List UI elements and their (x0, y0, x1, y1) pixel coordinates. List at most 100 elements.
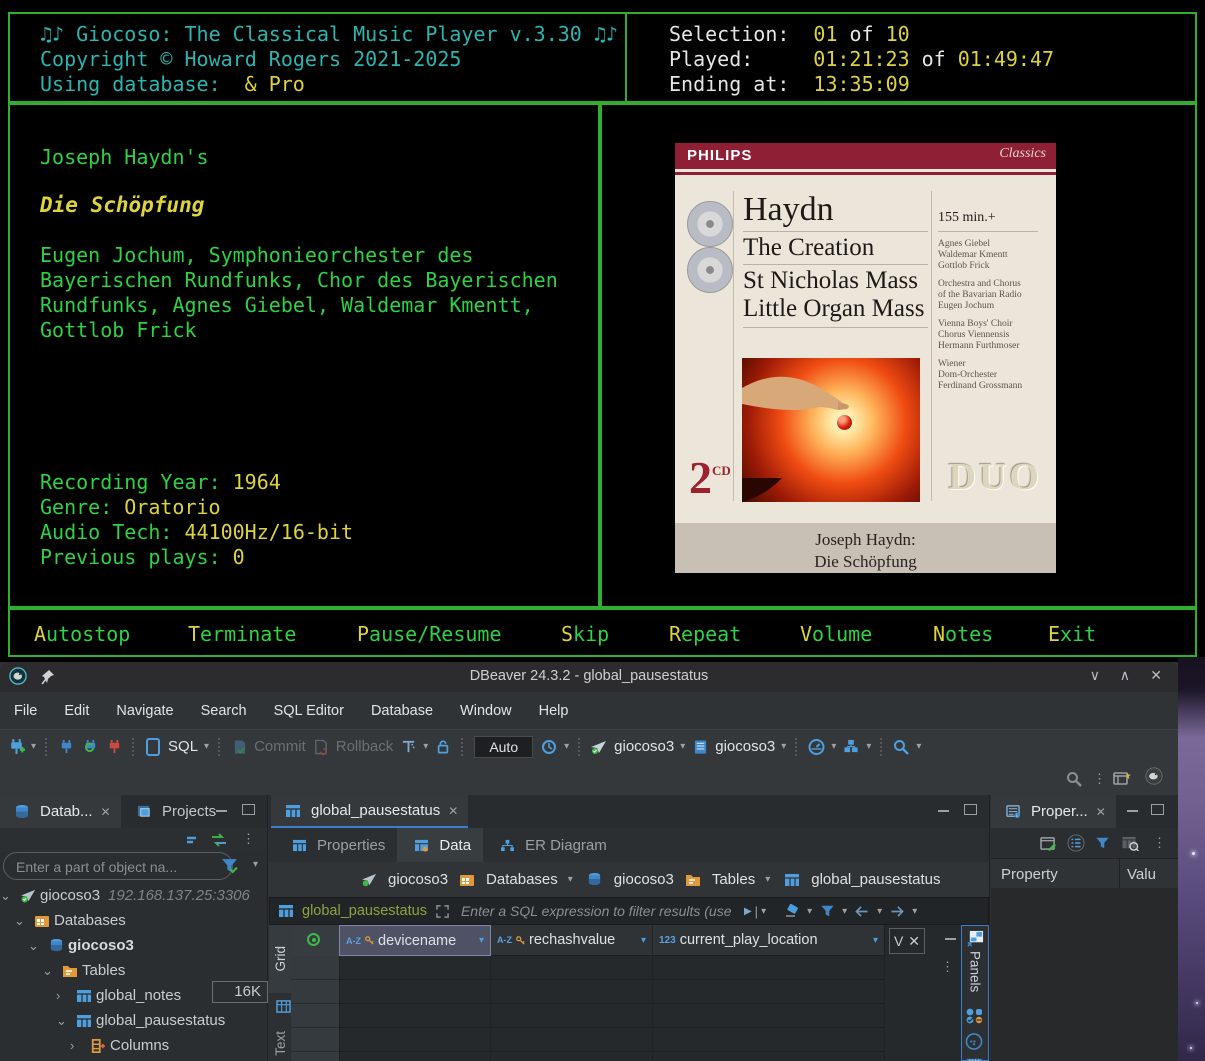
history-forward-icon[interactable] (888, 902, 906, 920)
maximize-editor-icon[interactable] (964, 804, 977, 815)
filter-properties-icon[interactable] (1093, 834, 1111, 852)
tab-database-navigator[interactable]: Datab... ✕ (0, 795, 121, 828)
menu-sql-editor[interactable]: SQL Editor (274, 703, 344, 719)
column-dropdown-icon[interactable]: ▾ (479, 935, 484, 946)
search-icon[interactable] (1065, 770, 1083, 788)
cell[interactable] (339, 1052, 491, 1061)
grid-view-icon[interactable] (274, 997, 292, 1015)
lock-icon[interactable] (434, 738, 452, 756)
column-dropdown-icon[interactable]: ▾ (641, 935, 646, 946)
tree-table-global-pausestatus[interactable]: ⌄ global_pausestatus (56, 1008, 225, 1033)
breadcrumb-connection[interactable]: giocoso3 (388, 871, 448, 888)
chevron-down-icon[interactable]: ▾ (564, 741, 569, 752)
view-menu-icon[interactable]: ⋮ (242, 831, 255, 847)
open-perspective-icon[interactable] (1113, 769, 1131, 787)
commit-button[interactable]: Commit (254, 738, 306, 755)
expander-icon[interactable]: ⌄ (56, 1013, 72, 1029)
column-dropdown-icon[interactable]: ▾ (873, 935, 878, 946)
menu-terminate[interactable]: Terminate (188, 622, 296, 646)
apply-filter-icon[interactable]: ▶ (744, 906, 752, 917)
chevron-down-icon[interactable]: ▾ (807, 906, 812, 917)
close-button[interactable]: ✕ (1150, 667, 1162, 684)
schema-compare-icon[interactable] (842, 738, 860, 756)
breadcrumb-table[interactable]: global_pausestatus (811, 871, 940, 888)
cell[interactable] (339, 1028, 491, 1052)
menu-window[interactable]: Window (460, 703, 512, 719)
chevron-down-icon[interactable]: ▾ (204, 741, 209, 752)
tree-tables[interactable]: ⌄ Tables (42, 958, 125, 983)
cell[interactable] (653, 1052, 885, 1061)
minimize-panel-icon[interactable] (216, 807, 227, 812)
new-connection-icon[interactable] (7, 738, 25, 756)
chevron-down-icon[interactable]: ▾ (831, 741, 836, 752)
tab-text-view[interactable]: Text (269, 1017, 291, 1061)
minimize-panel-icon[interactable] (1127, 807, 1138, 812)
dbeaver-titlebar[interactable]: DBeaver 24.3.2 - global_pausestatus ∨ ∧ … (0, 662, 1178, 692)
chevron-down-icon[interactable]: ▾ (568, 874, 573, 885)
row-header[interactable] (291, 956, 339, 980)
menu-pause-resume[interactable]: Pause/Resume (357, 622, 502, 646)
breadcrumb-databases[interactable]: Databases (486, 871, 558, 888)
chevron-down-icon[interactable]: ▾ (423, 741, 428, 752)
breadcrumb-tables[interactable]: Tables (712, 871, 755, 888)
panels-icon[interactable] (966, 929, 984, 947)
minimize-editor-icon[interactable] (938, 807, 949, 812)
value-panel-menu-icon[interactable]: ⋮ (941, 959, 954, 975)
menu-search[interactable]: Search (201, 703, 247, 719)
transaction-log-icon[interactable] (399, 738, 417, 756)
cell[interactable] (491, 1028, 653, 1052)
expand-filter-icon[interactable] (434, 902, 452, 920)
cell[interactable] (653, 956, 885, 980)
link-with-editor-icon[interactable] (210, 831, 228, 849)
maximize-button[interactable]: ∧ (1120, 667, 1130, 684)
sql-label[interactable]: SQL (168, 738, 198, 755)
grouping-panel-icon[interactable] (965, 1032, 983, 1050)
menu-file[interactable]: File (14, 703, 37, 719)
row-header[interactable] (291, 1004, 339, 1028)
maximize-panel-icon[interactable] (242, 804, 255, 815)
dbeaver-perspective-icon[interactable] (1145, 767, 1163, 785)
expander-icon[interactable]: ⌄ (0, 888, 16, 904)
tree-connection-giocoso3[interactable]: ⌄ giocoso3 192.168.137.25:3306 (0, 883, 250, 908)
menu-exit[interactable]: Exit (1048, 622, 1096, 646)
properties-menu-icon[interactable]: ⋮ (1153, 835, 1166, 851)
menu-volume[interactable]: Volume (800, 622, 872, 646)
breadcrumb-database[interactable]: giocoso3 (614, 871, 674, 888)
reconnect-icon[interactable] (81, 738, 99, 756)
cell[interactable] (653, 980, 885, 1004)
object-filter-input[interactable]: Enter a part of object na... (3, 852, 233, 880)
commit-mode-select[interactable]: Auto (474, 736, 533, 758)
menu-database[interactable]: Database (371, 703, 433, 719)
chevron-down-icon[interactable]: ▾ (31, 741, 36, 752)
database-doc-icon[interactable] (691, 738, 709, 756)
menu-skip[interactable]: Skip (561, 622, 609, 646)
chevron-down-icon[interactable]: ▾ (866, 741, 871, 752)
close-icon[interactable]: ✕ (101, 805, 111, 819)
subtab-data[interactable]: Data (397, 828, 483, 862)
row-header[interactable] (291, 1028, 339, 1052)
column-header-devicename[interactable]: A-Z devicename ▾ (339, 925, 491, 956)
cell[interactable] (339, 1004, 491, 1028)
disconnect-icon[interactable] (105, 738, 123, 756)
cell[interactable] (339, 980, 491, 1004)
sql-filter-input[interactable]: Enter a SQL expression to filter results… (461, 903, 741, 919)
tree-table-global-notes[interactable]: › global_notes (56, 983, 181, 1008)
minimize-button[interactable]: ∨ (1090, 667, 1100, 684)
clear-filter-icon[interactable] (783, 902, 801, 920)
subtab-properties[interactable]: Properties (275, 828, 397, 862)
expander-icon[interactable]: › (56, 988, 72, 1003)
overflow-menu-icon[interactable]: ⋮ (1093, 771, 1106, 787)
chevron-down-icon[interactable]: ▾ (781, 741, 786, 752)
close-icon[interactable]: ✕ (448, 804, 458, 818)
column-divider[interactable] (1119, 859, 1120, 889)
expander-icon[interactable]: ⌄ (14, 913, 30, 929)
expander-icon[interactable]: ⌄ (42, 963, 58, 979)
metadata-panel-icon[interactable] (965, 1055, 983, 1061)
record-mode-icon[interactable] (307, 933, 320, 946)
row-header[interactable] (291, 1052, 339, 1061)
active-connection-icon[interactable] (590, 738, 608, 756)
property-column-header[interactable]: Property (991, 866, 1058, 883)
chevron-down-icon[interactable]: ▾ (765, 874, 770, 885)
value-viewer-tab[interactable]: V ✕ (889, 928, 925, 954)
chevron-down-icon[interactable]: ▾ (916, 741, 921, 752)
